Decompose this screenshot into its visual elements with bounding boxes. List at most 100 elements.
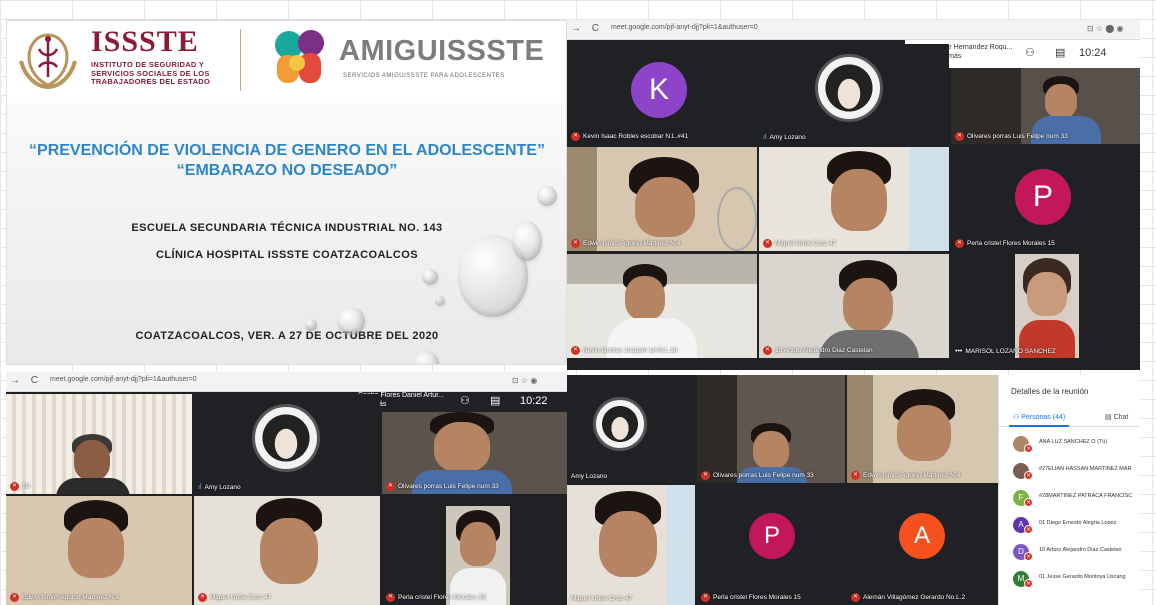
- video-tile[interactable]: ✕ Edwin Ismith Aquino Martinez N.4: [567, 147, 757, 251]
- mic-off-icon: ✕: [10, 593, 19, 602]
- browser-extension-icons[interactable]: ⊡ ☆ ⬤ ◉: [1087, 24, 1123, 33]
- participant-face: [74, 440, 110, 480]
- browser-extension-icons[interactable]: ⊡ ☆ ◉: [512, 376, 537, 385]
- video-tile[interactable]: ✕ Edwin Ismith Aquino Martinez N.4: [6, 496, 192, 605]
- mic-off-icon: ✕: [198, 593, 207, 602]
- browser-toolbar: → C meet.google.com/pjf-anyt-djj?pli=1&a…: [567, 20, 1140, 40]
- participant-face: [625, 276, 665, 320]
- video-tile[interactable]: ✕ Perla cristel Flores Morales 15: [382, 496, 567, 605]
- participant-face: [897, 405, 951, 461]
- tab-people[interactable]: ⚇ Personas (44): [1008, 413, 1070, 427]
- mic-off-icon: ✕: [701, 593, 710, 602]
- tile-label: ✕ Perla cristel Flores Morales 15: [955, 239, 1055, 248]
- participant-face: [635, 177, 695, 237]
- amiguissste-logo-text: AMIGUISSSTE: [339, 35, 545, 67]
- video-tile[interactable]: Amy Lozano: [567, 375, 695, 483]
- participant-face: [831, 169, 887, 231]
- screenshot-collage: ISSSTE INSTITUTO DE SEGURIDAD Y SERVICIO…: [0, 0, 1156, 605]
- water-drop: [337, 307, 365, 335]
- mic-off-icon: ✕: [851, 593, 860, 602]
- tile-label: ✕ Olivares porras Luis Felipe num 33: [701, 471, 814, 480]
- participant-list-item[interactable]: ✕ #27ELIAN HASSAN MARTINEZ MAR: [1013, 462, 1139, 484]
- meet-window-1: → C meet.google.com/pjf-anyt-djj?pli=1&a…: [567, 20, 1140, 370]
- chat-icon[interactable]: ▤: [490, 394, 500, 407]
- mic-off-icon: ✕: [701, 471, 710, 480]
- profile-photo-avatar: [815, 54, 883, 122]
- chat-icon[interactable]: ▤: [1055, 46, 1065, 59]
- participant-initial-avatar: P: [749, 513, 795, 559]
- mic-off-icon: ✕: [571, 346, 580, 355]
- video-tile[interactable]: P ✕ Perla cristel Flores Morales 15: [697, 485, 845, 605]
- video-tile[interactable]: ıl Amy Lozano: [759, 44, 949, 144]
- video-tile[interactable]: ✕ Olivares porras Luis Felipe num 33: [382, 412, 567, 494]
- participant-initial-avatar: P: [1015, 169, 1071, 225]
- browser-nav-icons[interactable]: → C: [571, 23, 603, 34]
- slide-place-date: COATZACOALCOS, VER. A 27 DE OCTUBRE DEL …: [135, 330, 439, 342]
- mic-off-icon: ✕: [386, 482, 395, 491]
- participant-face: [1027, 272, 1067, 316]
- water-drop: [537, 186, 557, 206]
- video-tile[interactable]: ✕ Edwin Ismith Aquino Martinez N.4: [847, 375, 998, 483]
- video-tile[interactable]: ✕ Olivares porras Luis Felipe num 33: [697, 375, 845, 483]
- participant-list-item[interactable]: F ✕ #28MARTINEZ PATRACA FRANCISC: [1013, 489, 1139, 511]
- tile-label: ✕ Perla cristel Flores Morales 15: [386, 593, 486, 602]
- meeting-clock: 10:24: [1079, 47, 1107, 59]
- participant-list-item[interactable]: D ✕ 10 Arturo Alejandro Diaz Castelan: [1013, 543, 1139, 565]
- video-tile[interactable]: ✕ Olivares porras Luis Felipe num 33: [951, 68, 1140, 144]
- participant-face: [753, 431, 789, 469]
- participant-list-item[interactable]: ✕ ANA LUZ SANCHEZ O (Tú): [1013, 435, 1139, 457]
- participant-list-item[interactable]: A ✕ 01 Diego Ernesto Alegria Lopez: [1013, 516, 1139, 538]
- browser-nav-icons[interactable]: → C: [10, 375, 42, 386]
- tile-label: ••• MARISOL LOZANO SANCHEZ: [955, 348, 1056, 355]
- mic-off-icon: ✕: [1024, 471, 1033, 480]
- participant-face: [460, 522, 496, 566]
- tile-label: ✕ Olivares porras Luis Felipe num 33: [955, 132, 1068, 141]
- people-icon[interactable]: ⚇: [1025, 46, 1035, 59]
- mic-off-icon: ✕: [571, 239, 580, 248]
- video-tile[interactable]: Miguel Uribe Cruz 47: [567, 485, 695, 605]
- slide-school: ESCUELA SECUNDARIA TÉCNICA INDUSTRIAL NO…: [131, 222, 443, 234]
- browser-toolbar: → C meet.google.com/pjf-anyt-djj?pli=1&a…: [6, 372, 567, 392]
- water-drop: [422, 269, 438, 285]
- participant-face: [434, 422, 490, 472]
- video-tile[interactable]: K ✕ Kevin Isaac Robles escobar N.L.#41: [567, 44, 757, 144]
- video-tile[interactable]: ✕ Tú: [6, 394, 192, 494]
- video-tile[interactable]: P ✕ Perla cristel Flores Morales 15: [951, 147, 1140, 251]
- water-drop: [413, 351, 439, 364]
- video-tile[interactable]: ✕ 10 Arturo Alejandro Diaz Castelan: [759, 254, 949, 358]
- participant-face: [843, 278, 893, 332]
- video-tile[interactable]: ✕ Miguel Uribe Cruz 47: [194, 496, 380, 605]
- tile-label: Miguel Uribe Cruz 47: [571, 595, 633, 602]
- url-bar[interactable]: meet.google.com/pjf-anyt-djj?pli=1&authu…: [50, 376, 197, 383]
- video-tile[interactable]: ✕ Miguel Uribe Cruz 47: [759, 147, 949, 251]
- participant-face: [68, 518, 124, 578]
- mic-off-icon: ✕: [763, 239, 772, 248]
- slide-title: “PREVENCIÓN DE VIOLENCIA DE GENERO EN EL…: [27, 141, 547, 181]
- tile-label: ✕ Nevin Gomez Joaquin 1A N.L.16: [571, 346, 678, 355]
- tile-label: ✕ Miguel Uribe Cruz 47: [198, 593, 272, 602]
- tile-label: ✕ Olivares porras Luis Felipe num 33: [386, 482, 499, 491]
- video-tile[interactable]: ••• MARISOL LOZANO SANCHEZ: [951, 254, 1140, 358]
- profile-photo-avatar: [252, 404, 320, 472]
- issste-subtitle: INSTITUTO DE SEGURIDAD Y SERVICIOS SOCIA…: [91, 60, 211, 86]
- water-drop: [512, 221, 542, 261]
- url-bar[interactable]: meet.google.com/pjf-anyt-djj?pli=1&authu…: [611, 24, 758, 31]
- tile-label: ✕ Perla cristel Flores Morales 15: [701, 593, 801, 602]
- tile-label: ✕ Kevin Isaac Robles escobar N.L.#41: [571, 132, 689, 141]
- mic-off-icon: ✕: [1024, 525, 1033, 534]
- mic-off-icon: ✕: [10, 482, 19, 491]
- mic-off-icon: ✕: [955, 132, 964, 141]
- tile-label: ✕ Edwin Ismith Aquino Martinez N.4: [851, 471, 961, 480]
- tile-label: ✕ Miguel Uribe Cruz 47: [763, 239, 837, 248]
- video-tile[interactable]: ✕ Nevin Gomez Joaquin 1A N.L.16: [567, 254, 757, 358]
- participant-list-item[interactable]: M ✕ 01 Jesse Gerardo Montoya Uscang: [1013, 570, 1139, 592]
- video-tile[interactable]: A ✕ Alemán Villagómez Gerardo No.L.2: [847, 485, 998, 605]
- tile-label: ıl Amy Lozano: [198, 484, 241, 491]
- meet-window-2: → C meet.google.com/pjf-anyt-djj?pli=1&a…: [6, 372, 567, 605]
- meet-window-3: Amy Lozano ✕ Olivares porras Luis Felipe …: [567, 375, 998, 605]
- slide-header: ISSSTE INSTITUTO DE SEGURIDAD Y SERVICIO…: [7, 21, 566, 103]
- people-icon[interactable]: ⚇: [460, 394, 470, 407]
- video-tile[interactable]: ıl Amy Lozano: [194, 394, 380, 494]
- tile-label: ✕ Alemán Villagómez Gerardo No.L.2: [851, 593, 966, 602]
- tab-chat[interactable]: ▤ Chat: [1105, 413, 1128, 421]
